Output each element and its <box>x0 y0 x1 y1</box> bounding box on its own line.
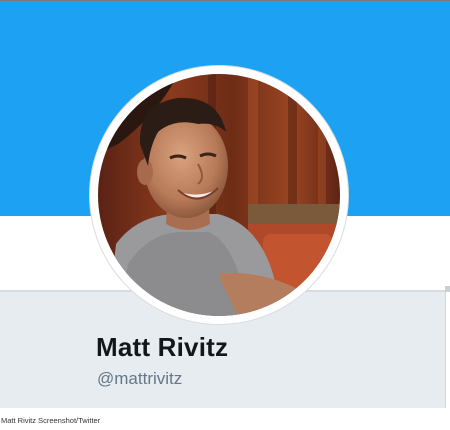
profile-avatar[interactable] <box>98 74 340 316</box>
image-caption: Matt Rivitz Screenshot/Twitter <box>1 416 101 425</box>
avatar-photo <box>98 74 340 316</box>
profile-display-name[interactable]: Matt Rivitz <box>96 332 228 363</box>
profile-handle[interactable]: @mattrivitz <box>97 369 182 389</box>
panel-edge <box>445 286 450 292</box>
profile-avatar-ring[interactable] <box>90 66 348 324</box>
